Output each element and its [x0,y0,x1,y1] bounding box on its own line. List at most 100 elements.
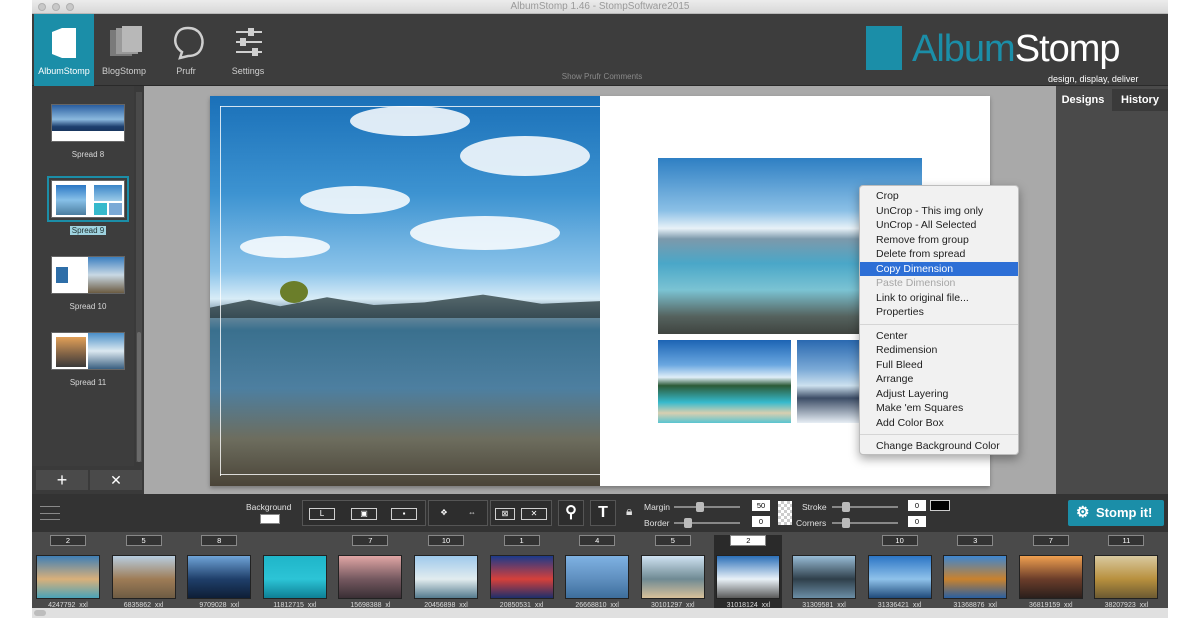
stomp-it-button[interactable]: ⚙ Stomp it! [1068,500,1164,526]
usage-count-badge: 5 [125,535,162,546]
blogstomp-tab[interactable]: BlogStomp [94,14,154,86]
photo-thumbnail[interactable] [867,555,932,599]
crop-fit-icon[interactable]: ✕ [521,508,547,520]
background-color-swatch[interactable] [260,514,280,524]
tab-designs[interactable]: Designs [1056,89,1110,111]
margin-slider-knob[interactable] [696,502,704,512]
context-menu-item[interactable]: Add Color Box [860,416,1018,431]
logo-name-part-b: Stomp [1014,28,1121,70]
fit-width-icon[interactable]: ⇔ [459,508,485,520]
photo-thumbnail[interactable] [187,555,252,599]
context-menu-item[interactable]: UnCrop - All Selected [860,218,1018,233]
spread-item-selected[interactable]: Spread 9 [47,176,129,238]
filmstrip-photo[interactable]: 1 20850531_xxl [488,535,556,615]
remove-spread-button[interactable]: ✕ [90,470,142,490]
layout-left-icon[interactable]: L [309,508,335,520]
photo-thumbnail[interactable] [792,555,856,599]
stomp-it-label: Stomp it! [1096,505,1153,520]
context-menu-item[interactable]: Redimension [860,343,1018,358]
photo-thumbnail[interactable] [262,555,327,599]
usage-count-badge: 7 [1032,535,1069,546]
filmstrip-photo[interactable]: 8 9709028_xxl [185,535,253,615]
text-tool-button[interactable]: T [590,500,616,526]
layout-right-icon[interactable]: ▪ [391,508,417,520]
usage-count-badge: 7 [352,535,389,546]
spread-item[interactable]: Spread 11 [50,332,126,387]
photo-thumbnail[interactable] [943,555,1008,599]
context-menu-item[interactable]: Full Bleed [860,358,1018,373]
context-menu-item[interactable]: Remove from group [860,233,1018,248]
add-spread-button[interactable]: + [36,470,88,490]
context-menu-item[interactable]: Properties [860,305,1018,320]
window-title: AlbumStomp 1.46 - StompSoftware2015 [510,1,690,12]
stroke-value[interactable]: 0 [908,500,926,511]
filmstrip-photo[interactable]: 10 20456898_xxl [412,535,480,615]
context-menu-item[interactable]: Change Background Color [860,439,1018,454]
context-menu-item[interactable]: UnCrop - This img only [860,204,1018,219]
corners-value[interactable]: 0 [908,516,926,527]
filmstrip-photo[interactable]: 7 36819159_xxl [1017,535,1085,615]
spread-item[interactable]: Spread 8 [50,104,126,159]
usage-count-badge: 4 [579,535,616,546]
corners-slider-knob[interactable] [842,518,850,528]
filmstrip-photo[interactable]: 5 30101297_xxl [639,535,707,615]
spread-thumbnail[interactable] [47,176,129,222]
margin-value[interactable]: 50 [752,500,770,511]
photo-thumbnail[interactable] [565,555,630,599]
main-photo-lake-tree[interactable] [210,96,600,486]
photo-thumbnail[interactable] [111,555,176,599]
context-menu-item[interactable]: Arrange [860,372,1018,387]
spread-thumbnail[interactable] [51,104,125,142]
border-value[interactable]: 0 [752,516,770,527]
context-menu-item[interactable]: Center [860,329,1018,344]
context-menu-item[interactable]: Crop [860,189,1018,204]
stroke-slider-knob[interactable] [842,502,850,512]
filmstrip-photo[interactable]: 11812715_xxl [261,535,329,615]
filmstrip-photo[interactable]: 10 31336421_xxl [866,535,934,615]
photo-thumbnail[interactable] [414,555,478,599]
context-menu-item[interactable]: Delete from spread [860,247,1018,262]
photo-thumbnail[interactable] [36,555,100,599]
photo-thumbnail[interactable] [1094,555,1159,599]
photo-thumbnail[interactable] [338,555,403,599]
settings-tab[interactable]: Settings [218,14,278,86]
context-menu-item[interactable]: Copy Dimension [860,261,1018,276]
usage-count-badge: 1 [503,535,540,546]
layout-center-icon[interactable]: ▣ [351,508,377,520]
spread-item[interactable]: Spread 10 [50,256,126,311]
photo-thumbnail[interactable] [1018,555,1083,599]
photo-thumbnail[interactable] [489,555,554,599]
zoom-search-icon[interactable]: ⚲ [558,500,584,526]
photo-thumbnail[interactable] [716,555,781,599]
spreads-scrollbar[interactable] [136,92,142,462]
stroke-color-swatch[interactable] [930,500,950,511]
context-menu-item[interactable]: Link to original file... [860,291,1018,306]
lock-icon[interactable]: 🔒︎ [626,504,632,519]
menu-icon[interactable] [40,506,60,520]
filmstrip-scrollbar[interactable] [32,608,1168,618]
margin-slider[interactable] [674,506,740,508]
show-prufr-comments-link[interactable]: Show Prufr Comments [532,72,672,81]
spread-thumbnail[interactable] [51,256,125,294]
filmstrip-photo[interactable]: 11 38207923_xxl [1092,535,1160,615]
spread-thumbnail[interactable] [51,332,125,370]
filmstrip-photo[interactable]: 31309581_xxl [790,535,858,615]
prufr-tab[interactable]: Prufr [156,14,216,86]
transparency-swatch[interactable] [778,501,792,525]
tab-history[interactable]: History [1112,89,1168,111]
photo-turquoise-bay[interactable] [658,340,791,423]
filmstrip-photo[interactable]: 5 6835862_xxl [110,535,178,615]
filmstrip-photo[interactable]: 4 26668810_xxl [563,535,631,615]
border-slider-knob[interactable] [684,518,692,528]
filmstrip-photo[interactable]: 2 31018124_xxl [714,535,783,615]
filmstrip-photo[interactable]: 3 31368876_xxl [941,535,1009,615]
fit-height-icon[interactable]: ✥ [431,508,457,520]
context-menu-item[interactable]: Make 'em Squares [860,401,1018,416]
photo-thumbnail[interactable] [640,555,705,599]
albumstomp-tab[interactable]: AlbumStomp [34,14,94,86]
filmstrip-photo[interactable]: 7 15698388_xl [336,535,404,615]
prufr-icon [174,26,204,60]
filmstrip-photo[interactable]: 2 4247792_xxl [34,535,102,615]
context-menu-item[interactable]: Adjust Layering [860,387,1018,402]
crop-fill-icon[interactable]: ⊠ [495,508,515,520]
